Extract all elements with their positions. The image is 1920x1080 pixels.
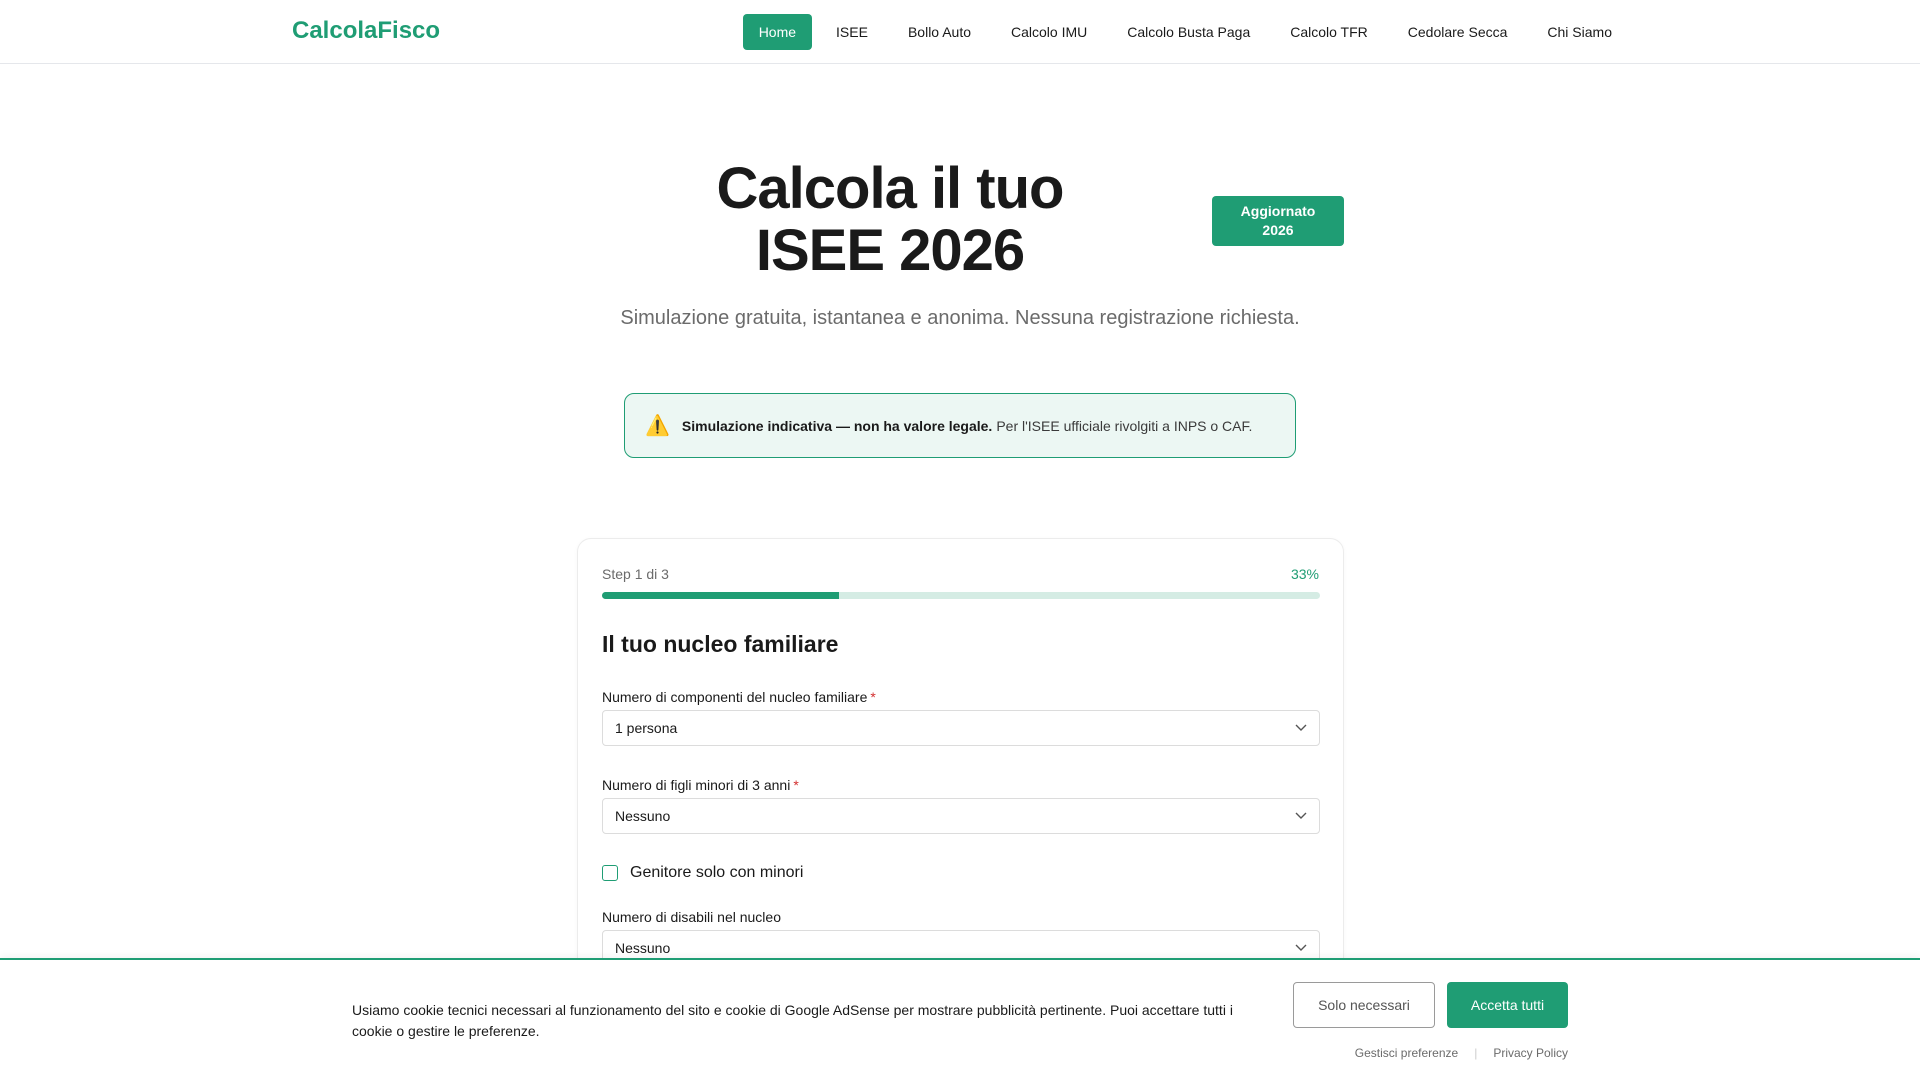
nav-isee[interactable]: ISEE [820, 14, 884, 50]
page-title: Calcola il tuo ISEE 2026 [660, 158, 1120, 282]
page-title-line1: Calcola il tuo [716, 156, 1065, 221]
step-indicator: Step 1 di 3 [602, 566, 669, 582]
nav-calcolo-busta-paga[interactable]: Calcolo Busta Paga [1111, 14, 1266, 50]
nav-calcolo-imu[interactable]: Calcolo IMU [995, 14, 1103, 50]
badge-line1: Aggiornato [1240, 203, 1316, 219]
chevron-down-icon [1295, 944, 1307, 952]
nav-chi-siamo[interactable]: Chi Siamo [1531, 14, 1628, 50]
cookie-banner: Usiamo cookie tecnici necessari al funzi… [0, 958, 1920, 1080]
site-header: CalcolaFisco Home ISEE Bollo Auto Calcol… [0, 0, 1920, 64]
disabled-members-label: Numero di disabili nel nucleo [602, 909, 781, 925]
section-title: Il tuo nucleo familiare [602, 631, 839, 657]
children-under-3-select[interactable]: Nessuno [602, 798, 1320, 834]
chevron-down-icon [1295, 812, 1307, 820]
single-parent-checkbox[interactable] [602, 865, 618, 881]
nav-cedolare-secca[interactable]: Cedolare Secca [1392, 14, 1524, 50]
single-parent-checkbox-row[interactable]: Genitore solo con minori [602, 864, 803, 882]
cookie-text: Usiamo cookie tecnici necessari al funzi… [352, 1002, 1233, 1039]
children-under-3-label-text: Numero di figli minori di 3 anni [602, 777, 791, 793]
single-parent-label: Genitore solo con minori [630, 864, 804, 881]
main-nav: Home ISEE Bollo Auto Calcolo IMU Calcolo… [742, 14, 1628, 50]
household-members-value: 1 persona [615, 720, 678, 736]
step-percent: 33% [1290, 566, 1319, 582]
required-mark: * [870, 689, 876, 705]
children-under-3-value: Nessuno [615, 808, 671, 824]
required-mark: * [793, 777, 799, 793]
children-under-3-label: Numero di figli minori di 3 anni * [602, 777, 799, 793]
household-members-label: Numero di componenti del nucleo familiar… [602, 689, 876, 705]
nav-calcolo-tfr[interactable]: Calcolo TFR [1274, 14, 1384, 50]
progress-bar-fill [602, 592, 839, 599]
page-subtitle: Simulazione gratuita, istantanea e anoni… [620, 307, 1300, 329]
privacy-policy-link[interactable]: Privacy Policy [1493, 1046, 1568, 1060]
chevron-down-icon [1295, 724, 1307, 732]
warning-icon: ⚠️ [645, 415, 670, 437]
nav-home[interactable]: Home [742, 14, 813, 50]
page-title-line2: ISEE 2026 [755, 218, 1025, 283]
disabled-members-value: Nessuno [615, 940, 671, 956]
necessary-only-button[interactable]: Solo necessari [1293, 982, 1435, 1028]
badge-line2: 2026 [1262, 222, 1294, 238]
notice-text: Per l'ISEE ufficiale rivolgiti a INPS o … [996, 417, 1253, 434]
cookie-links: Gestisci preferenze | Privacy Policy [1355, 1046, 1568, 1060]
manage-preferences-link[interactable]: Gestisci preferenze [1355, 1046, 1458, 1060]
disclaimer-notice: ⚠️ Simulazione indicativa — non ha valor… [624, 393, 1296, 458]
household-members-select[interactable]: 1 persona [602, 710, 1320, 746]
site-logo[interactable]: CalcolaFisco [292, 17, 440, 45]
household-members-label-text: Numero di componenti del nucleo familiar… [602, 689, 868, 705]
link-separator: | [1474, 1046, 1478, 1060]
progress-bar [602, 592, 1320, 599]
accept-all-button[interactable]: Accetta tutti [1447, 982, 1568, 1028]
updated-badge: Aggiornato 2026 [1212, 196, 1344, 246]
notice-bold-text: Simulazione indicativa — non ha valore l… [681, 417, 993, 434]
nav-bollo-auto[interactable]: Bollo Auto [892, 14, 987, 50]
